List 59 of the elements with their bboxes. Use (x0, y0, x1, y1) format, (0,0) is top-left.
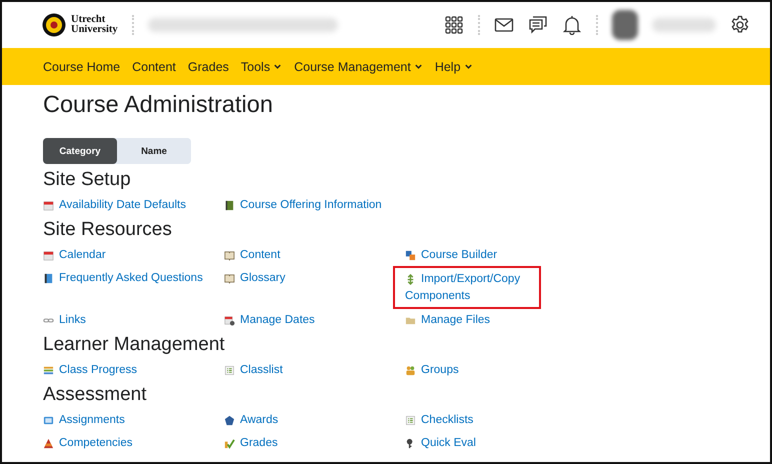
tool-link[interactable]: Checklists (405, 412, 575, 429)
tool-link[interactable]: Content (224, 247, 394, 264)
nav-link[interactable]: Grades (188, 60, 229, 74)
nav-link[interactable]: Content (132, 60, 176, 74)
chevron-down-icon (464, 62, 473, 71)
blocks-icon (405, 250, 416, 261)
tool-link[interactable]: Awards (224, 412, 394, 429)
nav-link[interactable]: Tools (240, 60, 282, 74)
section-heading: Site Setup (43, 168, 132, 191)
calendar-icon (43, 200, 54, 211)
tool-link[interactable]: Quick Eval (405, 435, 575, 452)
chevron-down-icon (273, 62, 282, 71)
tool-link[interactable]: Calendar (43, 247, 213, 264)
pyramid-icon (43, 438, 54, 449)
tool-link[interactable]: Class Progress (43, 362, 213, 379)
tool-link[interactable]: Glossary (224, 270, 394, 287)
tool-link[interactable]: Frequently Asked Questions (43, 270, 213, 287)
university-seal-icon (42, 13, 66, 37)
tool-link[interactable]: Grades (224, 435, 394, 452)
section-heading: Assessment (43, 383, 148, 406)
tool-link[interactable]: Links (43, 312, 213, 329)
tool-link[interactable]: Groups (405, 362, 575, 379)
nav-link[interactable]: Help (434, 60, 473, 74)
chevron-down-icon (414, 62, 423, 71)
book-icon (224, 200, 235, 211)
view-toggle-button[interactable]: Category (43, 138, 117, 164)
section-heading: Learner Management (43, 333, 226, 356)
tool-link[interactable]: Classlist (224, 362, 394, 379)
apps-grid-icon[interactable] (444, 15, 464, 35)
logo-text: University (71, 25, 118, 35)
tool-link[interactable]: Assignments (43, 412, 213, 429)
screen-icon (43, 415, 54, 426)
check-bar-icon (224, 438, 235, 449)
nav-link[interactable]: Course Home (43, 60, 120, 74)
page-title: Course Administration (43, 90, 274, 119)
blurred-user-name (652, 18, 716, 32)
tool-link[interactable]: Manage Files (405, 312, 575, 329)
tool-link[interactable]: Availability Date Defaults (43, 197, 213, 214)
tool-link[interactable]: Import/Export/Copy Components (405, 271, 531, 305)
list-icon (224, 365, 235, 376)
logo-text: Utrecht (71, 15, 106, 25)
avatar-placeholder[interactable] (612, 10, 638, 40)
tool-link[interactable]: Manage Dates (224, 312, 394, 329)
settings-icon[interactable] (730, 15, 750, 35)
people-icon (405, 365, 416, 376)
chat-icon[interactable] (528, 15, 548, 35)
bell-icon[interactable] (562, 15, 582, 35)
tool-link[interactable]: Course Offering Information (224, 197, 394, 214)
arrows-icon (405, 274, 416, 285)
tool-link[interactable]: Course Builder (405, 247, 575, 264)
list-icon (405, 415, 416, 426)
nav-link[interactable]: Course Management (294, 60, 423, 74)
folder-icon (405, 315, 416, 326)
tool-link[interactable]: Competencies (43, 435, 213, 452)
open-book-icon (224, 250, 235, 261)
calendar-icon (43, 250, 54, 261)
open-book-icon (224, 273, 235, 284)
bars-icon (43, 365, 54, 376)
section-heading: Site Resources (43, 218, 173, 241)
